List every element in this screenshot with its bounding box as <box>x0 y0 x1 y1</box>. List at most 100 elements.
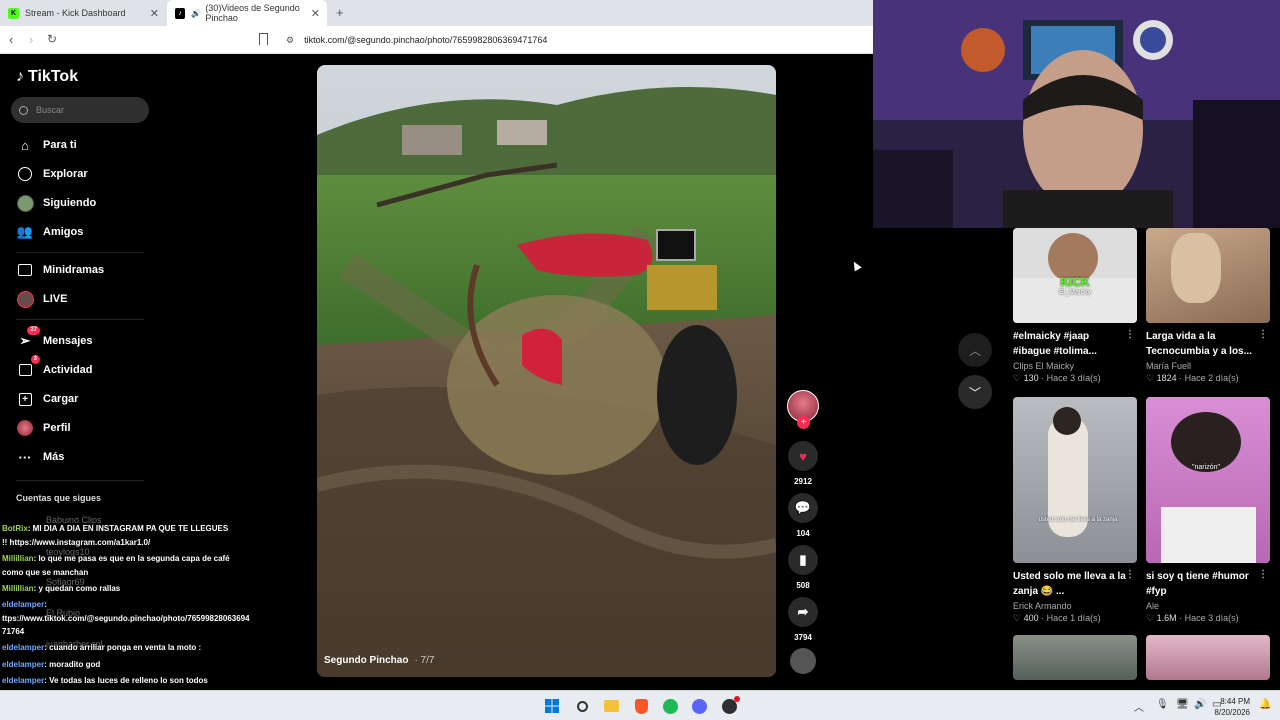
speaker-icon[interactable]: 🔊 <box>191 9 201 18</box>
back-icon[interactable]: ‹ <box>9 32 13 47</box>
volume-icon[interactable]: 🔊 <box>1194 699 1206 710</box>
upload-icon: + <box>16 390 34 408</box>
search-icon[interactable] <box>572 696 592 716</box>
reload-icon[interactable]: ↻ <box>47 32 57 46</box>
video-thumbnail[interactable]: KICK El_Maicky <box>1013 228 1137 323</box>
video-thumbnail[interactable] <box>1013 635 1137 680</box>
related-video-card[interactable] <box>1013 635 1137 680</box>
nav-label: Para ti <box>43 139 77 151</box>
kick-favicon-icon: K <box>8 7 19 19</box>
related-video-card[interactable]: ⋮ Larga vida a la Tecnocumbia y a los...… <box>1146 228 1270 384</box>
video-caption[interactable]: Larga vida a la Tecnocumbia y a los... <box>1146 329 1270 359</box>
video-author[interactable]: Ale <box>1146 601 1270 611</box>
url-field[interactable]: ⚙ tiktok.com/@segundo.pinchao/photo/7659… <box>280 31 870 49</box>
nav-item-actividad[interactable]: 3 Actividad <box>16 355 93 379</box>
discord-icon[interactable] <box>689 696 709 716</box>
tab-title: Stream - Kick Dashboard <box>25 8 126 18</box>
more-options-icon[interactable]: ⋮ <box>1258 569 1268 580</box>
related-video-card[interactable]: "narizón" ⋮ si soy q tiene #humor #fyp A… <box>1146 397 1270 624</box>
bookmark-icon[interactable] <box>259 33 268 45</box>
tab-kick-dashboard[interactable]: K Stream - Kick Dashboard ✕ <box>0 0 166 26</box>
like-action[interactable]: ♥ 2912 <box>787 441 819 486</box>
nav-label: Amigos <box>43 226 84 238</box>
tiktok-logo[interactable]: ♪ TikTok <box>16 68 78 86</box>
brave-browser-icon[interactable] <box>631 696 651 716</box>
video-author[interactable]: Erick Armando <box>1013 601 1137 611</box>
file-explorer-icon[interactable] <box>601 696 621 716</box>
nav-item-explorar[interactable]: Explorar <box>16 165 88 183</box>
new-tab-icon[interactable]: + <box>336 5 344 20</box>
microphone-icon[interactable]: 🎙 <box>1156 699 1169 710</box>
nav-item-live[interactable]: LIVE <box>16 290 67 308</box>
nav-label: Cargar <box>43 393 79 405</box>
nav-label: Explorar <box>43 168 88 180</box>
post-author[interactable]: Segundo Pinchao · 7/7 <box>324 655 434 666</box>
video-author[interactable]: Clips El Maicky <box>1013 361 1137 371</box>
chat-message: 71764 <box>2 627 25 636</box>
home-icon: ⌂ <box>21 137 29 153</box>
video-caption[interactable]: si soy q tiene #humor #fyp <box>1146 569 1270 599</box>
more-options-icon[interactable]: ⋮ <box>1258 329 1268 340</box>
save-action[interactable]: ▮ 508 <box>787 545 819 590</box>
author-avatar-button[interactable]: + <box>787 390 819 429</box>
tab-tiktok[interactable]: ♪ 🔊 (30)Videos de Segundo Pinchao ✕ <box>167 0 327 26</box>
site-info-icon[interactable]: ⚙ <box>286 35 294 46</box>
stream-chat-overlay: BotRix: MI DIA A DIA EN INSTAGRAM PA QUE… <box>0 455 300 691</box>
obs-studio-icon[interactable] <box>719 695 740 716</box>
windows-start-icon[interactable] <box>542 696 562 716</box>
video-caption[interactable]: Usted solo me lleva a la zanja 😂 ... <box>1013 569 1137 599</box>
bookmark-icon[interactable]: ▮ <box>788 545 818 575</box>
forward-icon[interactable]: › <box>29 32 33 47</box>
related-video-card[interactable] <box>1146 635 1270 680</box>
heart-outline-icon: ♡ <box>1013 613 1024 623</box>
chat-message: eldelamper: moradito god <box>2 660 101 669</box>
search-input[interactable]: Buscar <box>11 97 149 123</box>
nav-label: Siguiendo <box>43 197 97 209</box>
related-video-card[interactable]: usted solo me lleva a la zanja ⋮ Usted s… <box>1013 397 1137 624</box>
heart-icon[interactable]: ♥ <box>788 441 818 471</box>
video-thumbnail[interactable] <box>1146 635 1270 680</box>
comment-action[interactable]: 💬 104 <box>787 493 819 538</box>
share-icon[interactable]: ➦ <box>788 597 818 627</box>
nav-item-siguiendo[interactable]: Siguiendo <box>16 194 96 212</box>
more-options-icon[interactable]: ⋮ <box>1125 329 1135 340</box>
nav-item-para-ti[interactable]: ⌂ Para ti <box>16 136 77 154</box>
chat-message: eldelamper: cuando arriliar ponga en ven… <box>2 643 202 652</box>
notification-bell-icon[interactable]: 🔔 <box>1259 699 1271 710</box>
thumb-overlay-text: usted solo me lleva a la zanja <box>1038 517 1118 523</box>
next-post-button[interactable]: ﹀ <box>958 375 992 409</box>
music-disc-icon[interactable] <box>790 648 816 674</box>
nav-item-amigos[interactable]: 👥 Amigos <box>16 223 83 241</box>
comment-icon[interactable]: 💬 <box>788 493 818 523</box>
previous-post-button[interactable]: ︿ <box>958 333 992 367</box>
search-icon <box>19 105 28 115</box>
close-tab-icon[interactable]: ✕ <box>311 7 320 20</box>
video-author[interactable]: María Fuell <box>1146 361 1270 371</box>
related-video-card[interactable]: KICK El_Maicky ⋮ #elmaicky #jaap #ibague… <box>1013 228 1137 384</box>
share-action[interactable]: ➦ 3794 <box>787 597 819 642</box>
video-thumbnail[interactable]: usted solo me lleva a la zanja <box>1013 397 1137 563</box>
nav-label: Actividad <box>43 364 93 376</box>
close-tab-icon[interactable]: ✕ <box>150 7 159 20</box>
sound-avatar[interactable] <box>787 648 819 680</box>
post-photo[interactable] <box>317 65 776 677</box>
nav-item-mensajes[interactable]: ➢ 27 Mensajes <box>16 326 93 350</box>
system-clock[interactable]: 8:44 PM 8/20/2026 <box>1214 696 1250 718</box>
chevron-up-icon[interactable]: ︿ <box>1134 699 1144 714</box>
chat-message: eldelamper: <box>2 600 47 609</box>
spotify-icon[interactable] <box>660 696 680 716</box>
network-icon[interactable]: 🖥 <box>1176 699 1189 710</box>
nav-item-perfil[interactable]: Perfil <box>16 419 71 437</box>
save-count: 508 <box>796 581 810 590</box>
video-caption[interactable]: #elmaicky #jaap #ibague #tolima... <box>1013 329 1137 359</box>
video-thumbnail[interactable]: "narizón" <box>1146 397 1270 563</box>
nav-item-cargar[interactable]: + Cargar <box>16 390 78 408</box>
clock-time: 8:44 PM <box>1220 697 1250 706</box>
chat-message: BotRix: MI DIA A DIA EN INSTAGRAM PA QUE… <box>2 524 229 533</box>
compass-icon <box>16 165 34 183</box>
video-thumbnail[interactable] <box>1146 228 1270 323</box>
follow-plus-icon[interactable]: + <box>797 416 810 429</box>
more-options-icon[interactable]: ⋮ <box>1125 569 1135 580</box>
nav-item-minidramas[interactable]: Minidramas <box>16 261 104 279</box>
video-meta: ♡ 130 · Hace 3 día(s) <box>1013 373 1101 383</box>
